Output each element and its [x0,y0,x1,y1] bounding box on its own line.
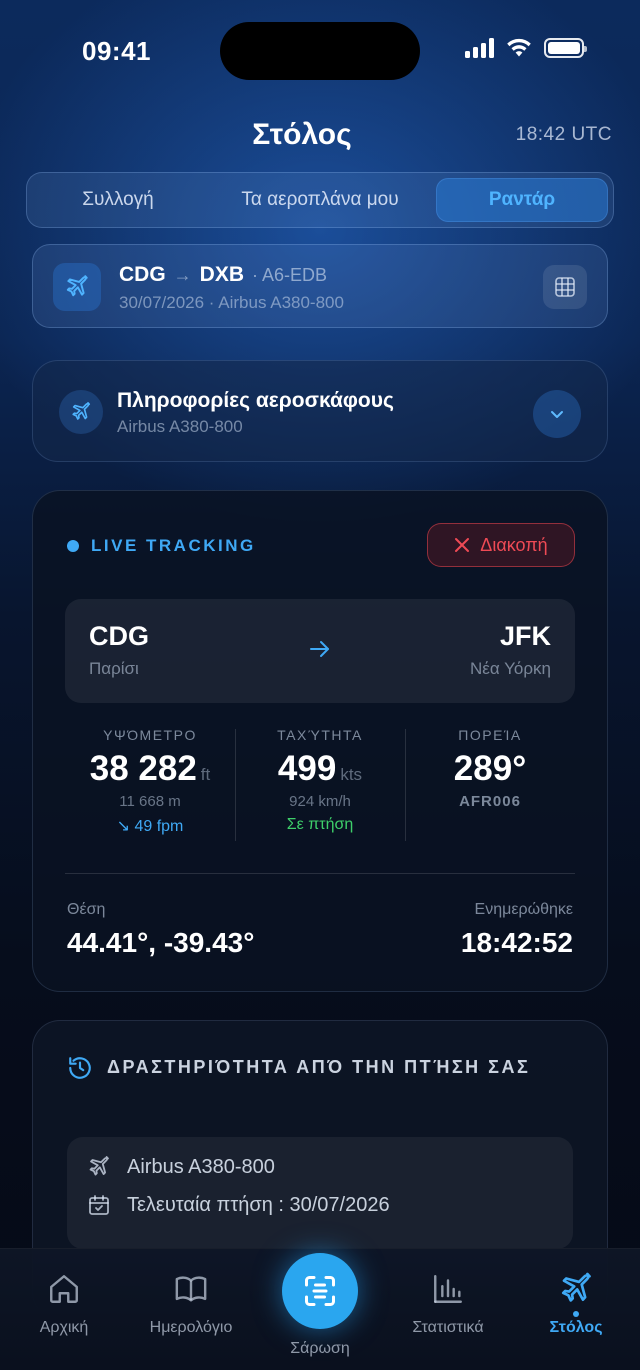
plane-icon [89,1156,109,1176]
activity-last-flight-row: Τελευταία πτήση : 30/07/2026 [87,1193,390,1217]
cellular-signal-icon [465,38,494,58]
grid-button[interactable] [543,265,587,309]
altitude-label: ΥΨΌΜΕΤΡΟ [103,727,197,743]
vertical-speed: ↘ 49 fpm [116,818,184,835]
aircraft-registration: · A6-EDB [252,264,328,285]
callsign: AFR006 [459,793,521,810]
speed-value: 499 [277,749,337,788]
tab-my-planes[interactable]: Τα αεροπλάνα μου [204,178,436,222]
position-value: 44.41°, -39.43° [67,927,255,958]
status-bar: 09:41 [0,0,640,100]
scan-icon [305,1276,335,1306]
tab-logbook[interactable]: Ημερολόγιο [131,1269,251,1337]
destination-code: DXB [199,263,245,286]
scan-button[interactable] [282,1253,358,1329]
status-time: 09:41 [82,36,151,66]
plane-icon [59,390,103,434]
route-arrow: → [173,264,192,285]
heading-label: ΠΟΡΕΊΑ [458,727,522,743]
tab-radar[interactable]: Ραντάρ [436,178,608,222]
tab-fleet[interactable]: Στόλος [516,1269,636,1337]
origin-code: CDG [119,263,166,286]
altitude-stat: ΥΨΌΜΕΤΡΟ 38 282 ft 11 668 m ↘ 49 fpm [65,727,235,836]
arrow-right-icon [310,641,329,657]
activity-aircraft: Airbus A380-800 [127,1155,275,1178]
calendar-check-icon [89,1195,109,1215]
tab-logbook-label: Ημερολόγιο [149,1319,233,1336]
activity-box: Airbus A380-800 Τελευταία πτήση : 30/07/… [67,1137,573,1249]
flight-stats: ΥΨΌΜΕΤΡΟ 38 282 ft 11 668 m ↘ 49 fpm ΤΑΧΎ… [65,727,575,847]
tab-home[interactable]: Αρχική [4,1269,124,1337]
history-icon [69,1057,91,1079]
tab-collection[interactable]: Συλλογή [32,178,204,222]
flight-route: CDG → DXB · A6-EDB [119,263,327,287]
home-icon [50,1275,78,1303]
tab-statistics-label: Στατιστικά [412,1319,484,1336]
stop-tracking-label: Διακοπή [480,534,548,555]
active-tab-indicator [573,1311,579,1317]
flight-status: Σε πτήση [286,816,354,833]
selected-flight-card[interactable]: CDG → DXB · A6-EDB 30/07/2026 · Airbus A… [32,244,608,328]
destination-code: JFK [499,621,551,651]
chart-icon [434,1275,462,1303]
aircraft-info-title: Πληροφορίες αεροσκάφους [117,389,394,412]
tab-fleet-label: Στόλος [549,1319,603,1336]
updated-label: Ενημερώθηκε [474,901,573,918]
position-label: Θέση [67,901,106,918]
aircraft-info-card[interactable]: Πληροφορίες αεροσκάφους Airbus A380-800 [32,360,608,462]
activity-title: ΔΡΑΣΤΗΡΙΌΤΗΤΑ ΑΠΌ ΤΗΝ ΠΤΉΣΗ ΣΑΣ [107,1057,531,1077]
heading-stat: ΠΟΡΕΊΑ 289° AFR006 [405,727,575,810]
grid-icon [555,277,575,297]
wifi-icon [507,38,531,57]
route-box: CDG Παρίσι JFK Νέα Υόρκη [65,599,575,703]
speed-stat: ΤΑΧΎΤΗΤΑ 499 kts 924 km/h Σε πτήση [235,727,405,834]
altitude-meters: 11 668 m [119,793,181,810]
utc-clock: 18:42 UTC [515,124,612,145]
activity-aircraft-row: Airbus A380-800 [87,1155,275,1179]
plane-icon [561,1272,591,1302]
speed-kmh: 924 km/h [289,793,351,810]
live-tracking-label: LIVE TRACKING [91,536,256,555]
battery-icon [544,38,587,58]
expand-button[interactable] [533,390,581,438]
destination-city: Νέα Υόρκη [470,659,551,678]
page-title: Στόλος [252,118,352,151]
aircraft-info-subtitle: Airbus A380-800 [117,417,243,436]
close-icon [455,538,470,552]
origin-code: CDG [89,621,149,651]
altitude-unit: ft [200,765,211,784]
altitude-value: 38 282 [89,749,197,788]
stop-tracking-button[interactable]: Διακοπή [427,523,575,567]
updated-value: 18:42:52 [460,927,573,958]
segmented-control: Συλλογή Τα αεροπλάνα μου Ραντάρ [26,172,614,228]
divider [65,873,575,874]
heading-value: 289° [453,749,527,788]
plane-icon [53,263,101,311]
tab-home-label: Αρχική [39,1319,89,1336]
origin-city: Παρίσι [89,659,139,678]
speed-label: ΤΑΧΎΤΗΤΑ [277,727,363,743]
live-tracking-card: LIVE TRACKING Διακοπή CDG Παρίσι JFK Νέα… [32,490,608,992]
activity-last-flight: Τελευταία πτήση : 30/07/2026 [127,1193,390,1216]
book-icon [175,1276,207,1302]
tab-statistics[interactable]: Στατιστικά [388,1269,508,1337]
chevron-down-icon [551,411,563,418]
tab-scan-label: Σάρωση [290,1340,350,1357]
flight-meta: 30/07/2026 · Airbus A380-800 [119,293,344,312]
speed-unit: kts [340,765,363,784]
status-icons [465,38,587,58]
live-indicator-dot [67,540,79,552]
dynamic-island [220,22,420,80]
